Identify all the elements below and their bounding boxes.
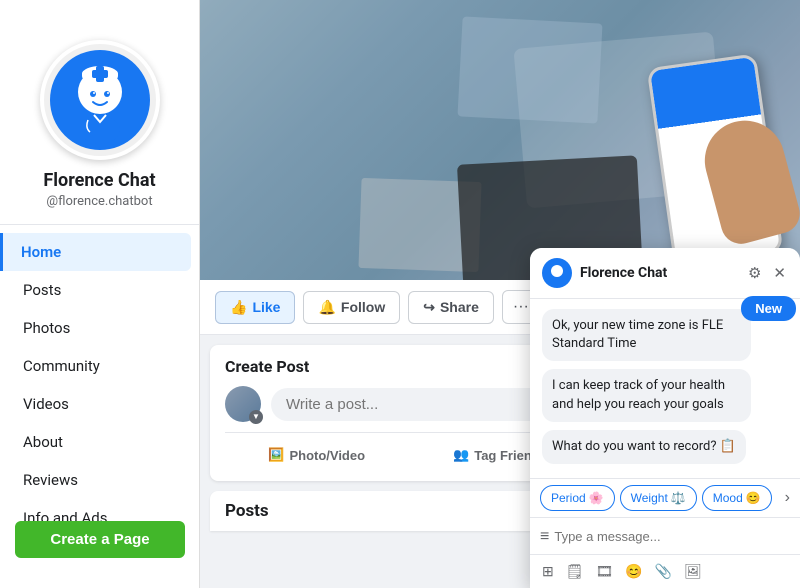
chat-message-3: What do you want to record? 📋 [542, 430, 746, 464]
chat-header: Florence Chat ⚙ ✕ [530, 248, 800, 299]
chat-settings-button[interactable]: ⚙ [746, 262, 763, 284]
photo-icon: 🖼️ [268, 447, 284, 463]
nav-list: Home Posts Photos Community Videos About… [0, 225, 199, 545]
share-icon: ↪ [423, 299, 435, 316]
period-emoji: 🌸 [589, 491, 604, 505]
avatar [40, 40, 160, 160]
nav-item-home[interactable]: Home [0, 233, 191, 271]
sidebar: Florence Chat @florence.chatbot Home Pos… [0, 0, 200, 588]
follow-button[interactable]: 🔔 Follow [303, 291, 400, 324]
user-thumbnail [225, 386, 261, 422]
tag-icon: 👥 [453, 447, 469, 463]
nav-item-about[interactable]: About [8, 423, 191, 461]
nav-item-community[interactable]: Community [8, 347, 191, 385]
nav-item-photos[interactable]: Photos [8, 309, 191, 347]
chat-input-area: ≡ [530, 517, 800, 554]
chat-tool-sticker[interactable]: 🗒 [562, 559, 588, 584]
chat-header-icons: ⚙ ✕ [746, 262, 788, 284]
follow-icon: 🔔 [318, 299, 335, 316]
period-label: Period [551, 491, 586, 505]
chat-quick-replies: Period 🌸 Weight ⚖️ Mood 😊 › [530, 478, 800, 517]
chat-tool-image[interactable]: 🖼 [680, 559, 706, 584]
chat-title: Florence Chat [580, 265, 738, 281]
chat-close-button[interactable]: ✕ [771, 262, 788, 284]
quick-reply-more-button[interactable]: › [785, 489, 790, 507]
chat-message-2: I can keep track of your health and help… [542, 369, 751, 421]
weight-emoji: ⚖️ [671, 491, 686, 505]
nav-item-videos[interactable]: Videos [8, 385, 191, 423]
chat-tool-attach[interactable]: 📎 [651, 559, 676, 584]
chat-messages: Ok, your new time zone is FLE Standard T… [530, 299, 800, 478]
like-icon: 👍 [230, 299, 247, 316]
chat-tool-grid[interactable]: ⊞ [538, 559, 558, 584]
chat-widget: Florence Chat ⚙ ✕ New Ok, your new time … [530, 248, 800, 588]
chat-message-1: Ok, your new time zone is FLE Standard T… [542, 309, 751, 361]
like-button[interactable]: 👍 Like [215, 291, 295, 324]
mood-emoji: 😊 [746, 491, 761, 505]
profile-username: @florence.chatbot [46, 194, 152, 209]
chat-avatar [542, 258, 572, 288]
mood-label: Mood [713, 491, 743, 505]
nav-item-posts[interactable]: Posts [8, 271, 191, 309]
create-page-button[interactable]: Create a Page [15, 521, 185, 558]
quick-reply-period[interactable]: Period 🌸 [540, 485, 615, 511]
chat-type-input[interactable] [554, 529, 790, 544]
nav-item-reviews[interactable]: Reviews [8, 461, 191, 499]
weight-label: Weight [631, 491, 668, 505]
new-button[interactable]: New [741, 296, 796, 321]
chat-tool-gif[interactable]: 🎞 [592, 559, 618, 584]
quick-reply-weight[interactable]: Weight ⚖️ [620, 485, 697, 511]
chat-tool-emoji[interactable]: 😊 [621, 559, 646, 584]
profile-name: Florence Chat [43, 170, 155, 191]
share-button[interactable]: ↪ Share [408, 291, 494, 324]
quick-reply-mood[interactable]: Mood 😊 [702, 485, 772, 511]
profile-section: Florence Chat @florence.chatbot [0, 20, 199, 225]
photo-video-button[interactable]: 🖼️ Photo/Video [225, 441, 408, 469]
chat-menu-icon[interactable]: ≡ [540, 526, 549, 546]
chat-toolbar: ⊞ 🗒 🎞 😊 📎 🖼 [530, 554, 800, 588]
